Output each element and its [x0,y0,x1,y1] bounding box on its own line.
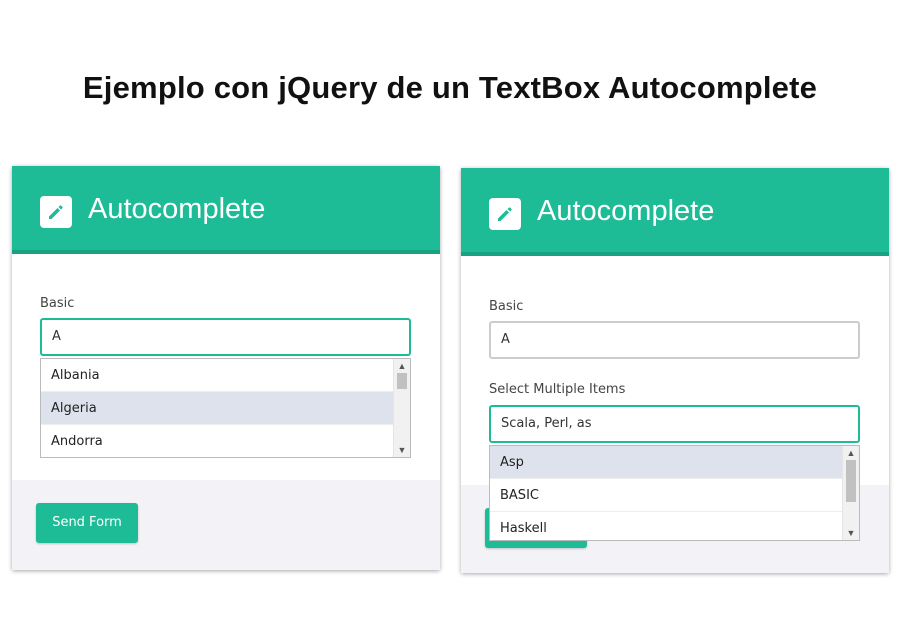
scroll-up-icon[interactable]: ▲ [394,359,410,373]
scroll-down-icon[interactable]: ▼ [394,443,410,457]
card-body: Basic A Albania Algeria Andorra ▲ ▼ [12,254,440,480]
dropdown-item-highlighted[interactable]: Asp [490,446,842,479]
select-multiple-input[interactable]: Scala, Perl, as [489,405,860,443]
card-header: Autocomplete [461,168,889,256]
dropdown-scrollbar[interactable]: ▲ ▼ [842,446,859,540]
autocomplete-card-left: Autocomplete Basic A Albania Algeria And… [12,166,440,570]
pencil-icon [40,196,72,228]
basic-label: Basic [489,299,524,314]
autocomplete-card-right: Autocomplete Basic A Select Multiple Ite… [461,168,889,573]
select-multiple-label: Select Multiple Items [489,382,626,397]
scroll-up-icon[interactable]: ▲ [843,446,859,460]
pencil-icon [489,198,521,230]
autocomplete-dropdown: Albania Algeria Andorra ▲ ▼ [40,358,411,458]
dropdown-scrollbar[interactable]: ▲ ▼ [393,359,410,457]
send-form-button[interactable]: Send Form [36,503,138,543]
card-title: Autocomplete [88,193,266,225]
basic-label: Basic [40,296,75,311]
card-footer: Send Form [12,480,440,570]
dropdown-item[interactable]: BASIC [490,479,842,512]
dropdown-item[interactable]: Andorra [41,425,393,457]
scroll-thumb[interactable] [846,460,856,502]
basic-input[interactable]: A [40,318,411,356]
card-header: Autocomplete [12,166,440,254]
scroll-down-icon[interactable]: ▼ [843,526,859,540]
autocomplete-dropdown: Asp BASIC Haskell ▲ ▼ [489,445,860,541]
dropdown-item[interactable]: Albania [41,359,393,392]
scroll-thumb[interactable] [397,373,407,389]
dropdown-item[interactable]: Haskell [490,512,842,540]
dropdown-item-highlighted[interactable]: Algeria [41,392,393,425]
page-title: Ejemplo con jQuery de un TextBox Autocom… [82,70,818,105]
basic-input[interactable]: A [489,321,860,359]
card-title: Autocomplete [537,195,715,227]
